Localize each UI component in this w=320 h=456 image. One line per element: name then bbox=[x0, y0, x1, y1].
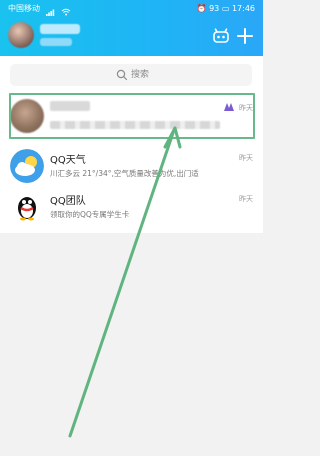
chat-preview: 川汇多云 21°/34°,空气质量改善为优,出门适 bbox=[50, 169, 199, 178]
highlight-box bbox=[9, 93, 255, 139]
chat-title: QQ天气 bbox=[50, 155, 86, 166]
chat-row[interactable]: QQ天气 川汇多云 21°/34°,空气质量改善为优,出门适 昨天 bbox=[0, 143, 263, 189]
profile-area[interactable] bbox=[8, 22, 138, 52]
avatar[interactable] bbox=[8, 22, 34, 48]
signal-icon bbox=[45, 5, 56, 16]
status-bar: 中国移动 ⏰ 93 ▭ 17:46 bbox=[0, 0, 263, 18]
carrier-text: 中国移动 bbox=[8, 4, 40, 13]
weather-cloud-sun-icon bbox=[10, 149, 44, 183]
chat-time: 昨天 bbox=[239, 195, 253, 203]
chat-row[interactable]: QQ团队 领取你的QQ专属学生卡 昨天 bbox=[0, 184, 263, 230]
main-content: 搜索 昨天 QQ天气 川汇多云 21°/34°,空气质量改善为优,出门适 昨天 bbox=[0, 56, 263, 456]
battery-icon: ▭ bbox=[221, 4, 230, 13]
chat-title: QQ团队 bbox=[50, 196, 86, 207]
search-icon bbox=[116, 69, 128, 81]
status-right: ⏰ 93 ▭ 17:46 bbox=[197, 0, 255, 18]
nickname bbox=[40, 24, 80, 34]
status-left: 中国移动 bbox=[8, 0, 71, 18]
search-input[interactable]: 搜索 bbox=[10, 64, 252, 86]
chat-time: 昨天 bbox=[239, 154, 253, 162]
qq-app-icon[interactable] bbox=[212, 27, 230, 45]
alarm-icon: ⏰ bbox=[196, 4, 207, 13]
battery-level: 93 bbox=[209, 4, 220, 13]
search-placeholder: 搜索 bbox=[131, 70, 150, 80]
wifi-icon bbox=[61, 5, 71, 15]
top-header: 中国移动 ⏰ 93 ▭ 17:46 bbox=[0, 0, 263, 56]
qq-penguin-icon bbox=[10, 190, 44, 224]
chat-list: 搜索 昨天 QQ天气 川汇多云 21°/34°,空气质量改善为优,出门适 昨天 bbox=[0, 56, 263, 233]
chat-preview: 领取你的QQ专属学生卡 bbox=[50, 210, 130, 219]
clock-text: 17:46 bbox=[231, 4, 255, 13]
plus-icon[interactable] bbox=[236, 27, 254, 45]
online-status[interactable] bbox=[40, 38, 72, 46]
